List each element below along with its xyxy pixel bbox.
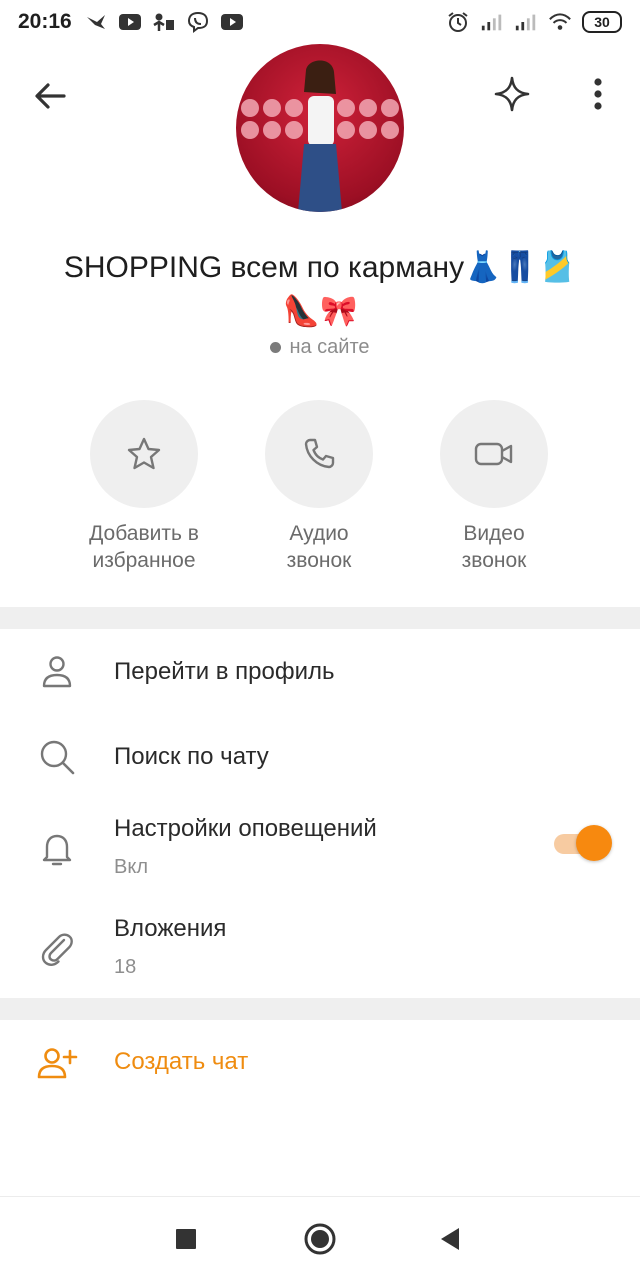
signal-icon bbox=[480, 12, 504, 32]
action-label-line: Аудио bbox=[289, 522, 349, 545]
menu-item-attachments[interactable]: Вложения 18 bbox=[0, 900, 640, 998]
signal-icon bbox=[514, 12, 538, 32]
menu-value: 18 bbox=[114, 956, 137, 978]
menu-text: Настройки оповещений Вкл bbox=[114, 814, 377, 879]
section-divider bbox=[0, 998, 640, 1020]
youtube-icon bbox=[220, 12, 244, 32]
bell-icon bbox=[36, 828, 78, 870]
action-label: Аудио звонок bbox=[229, 520, 409, 574]
action-circle[interactable] bbox=[265, 400, 373, 508]
wifi-icon bbox=[548, 12, 572, 32]
alarm-icon bbox=[446, 12, 470, 32]
search-icon bbox=[36, 736, 78, 778]
sparkle-button[interactable] bbox=[488, 70, 536, 118]
status-time: 20:16 bbox=[18, 10, 72, 33]
action-label: Видео звонок bbox=[404, 520, 584, 574]
battery-indicator: 30 bbox=[582, 11, 622, 33]
viber-icon bbox=[186, 11, 210, 33]
more-vertical-icon bbox=[594, 78, 602, 110]
menu-label: Перейти в профиль bbox=[114, 658, 335, 685]
menu-item-profile[interactable]: Перейти в профиль bbox=[0, 630, 640, 714]
action-circle[interactable] bbox=[440, 400, 548, 508]
back-nav-button[interactable] bbox=[430, 1219, 470, 1259]
section-divider bbox=[0, 607, 640, 629]
ok-icon bbox=[152, 12, 176, 32]
video-icon bbox=[474, 442, 513, 466]
action-label-line: Видео bbox=[463, 522, 525, 545]
square-icon bbox=[176, 1229, 196, 1249]
system-icons: 30 bbox=[446, 11, 622, 33]
presence-dot bbox=[270, 342, 282, 353]
presence-label: на сайте bbox=[289, 336, 370, 358]
menu-text: Перейти в профиль bbox=[114, 657, 335, 687]
action-label-line: Добавить в bbox=[89, 522, 199, 545]
circle-icon bbox=[304, 1223, 336, 1255]
video-call-button[interactable]: Видео звонок bbox=[404, 400, 584, 574]
menu-item-search[interactable]: Поиск по чату bbox=[0, 714, 640, 800]
notification-icons bbox=[84, 11, 244, 33]
action-circle[interactable] bbox=[90, 400, 198, 508]
youtube-icon bbox=[118, 12, 142, 32]
paperclip-icon bbox=[36, 928, 78, 970]
quick-actions: Добавить в избранное Аудио звонок Видео … bbox=[0, 400, 640, 580]
toggle-knob bbox=[576, 825, 612, 861]
menu-text: Поиск по чату bbox=[114, 742, 269, 772]
arrow-left-icon bbox=[35, 83, 66, 109]
chat-avatar[interactable] bbox=[236, 44, 404, 212]
sparkle-icon bbox=[494, 76, 530, 112]
menu-label: Настройки оповещений bbox=[114, 815, 377, 842]
menu-label: Вложения bbox=[114, 915, 227, 942]
triangle-back-icon bbox=[441, 1228, 459, 1250]
status-bar: 20:16 30 bbox=[0, 0, 640, 44]
system-navigation-bar bbox=[0, 1196, 640, 1280]
audio-call-button[interactable]: Аудио звонок bbox=[229, 400, 409, 574]
menu-text: Вложения 18 bbox=[114, 914, 226, 979]
star-icon bbox=[127, 437, 161, 470]
menu-item-create-chat[interactable]: Создать чат bbox=[0, 1020, 640, 1106]
presence-status: на сайте bbox=[0, 336, 640, 359]
chat-title-line: SHOPPING всем по карману👗👖🎽 bbox=[63, 251, 577, 284]
action-label-line: избранное bbox=[92, 549, 196, 572]
bird-icon bbox=[84, 12, 108, 32]
chat-title-line: 👠🎀 bbox=[282, 295, 358, 328]
action-label-line: звонок bbox=[461, 549, 527, 572]
home-button[interactable] bbox=[300, 1219, 340, 1259]
create-chat-label: Создать чат bbox=[114, 1048, 249, 1075]
back-button[interactable] bbox=[26, 72, 74, 120]
add-favorite-button[interactable]: Добавить в избранное bbox=[54, 400, 234, 574]
menu-label: Поиск по чату bbox=[114, 743, 269, 770]
menu-item-notifications[interactable]: Настройки оповещений Вкл bbox=[0, 800, 640, 900]
action-label: Добавить в избранное bbox=[54, 520, 234, 574]
recents-button[interactable] bbox=[166, 1219, 206, 1259]
chat-title: SHOPPING всем по карману👗👖🎽 👠🎀 bbox=[20, 246, 620, 334]
menu-value: Вкл bbox=[114, 856, 148, 878]
add-person-icon bbox=[36, 1042, 78, 1084]
more-options-button[interactable] bbox=[578, 70, 618, 118]
phone-icon bbox=[304, 438, 335, 469]
notifications-toggle[interactable] bbox=[552, 822, 612, 862]
action-label-line: звонок bbox=[286, 549, 352, 572]
chat-header bbox=[0, 44, 640, 224]
person-icon bbox=[36, 651, 78, 693]
menu-text: Создать чат bbox=[114, 1048, 248, 1076]
